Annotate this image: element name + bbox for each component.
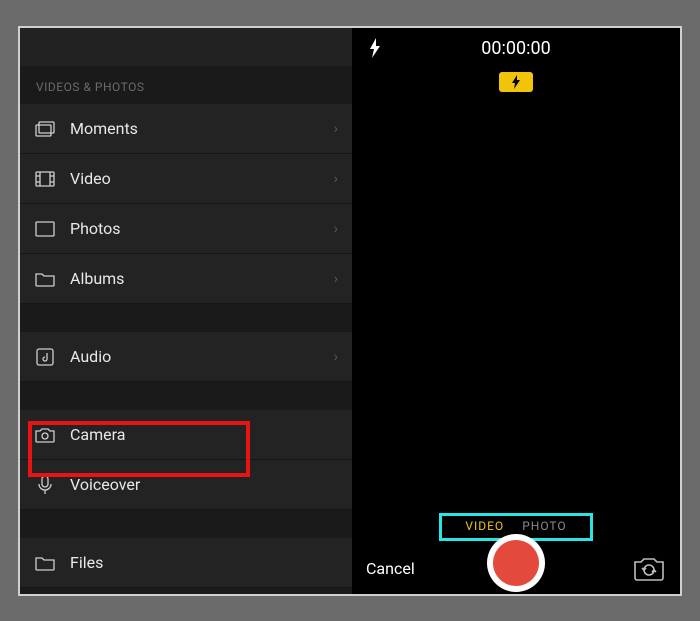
sidebar-item-video[interactable]: Video › [20,154,352,204]
sidebar-item-label: Files [70,553,338,572]
chevron-right-icon: › [334,171,338,187]
camera-top-bar: 00:00:00 [352,38,680,58]
camera-bottom-bar: VIDEO PHOTO Cancel [352,498,680,594]
section-gap [20,304,352,332]
sidebar-item-voiceover[interactable]: Voiceover [20,460,352,510]
recording-timer: 00:00:00 [481,38,550,59]
sidebar-item-photos[interactable]: Photos › [20,204,352,254]
folder-icon [34,268,56,290]
sidebar-item-label: Moments [70,119,334,138]
camera-capture-panel: 00:00:00 VIDEO PHOTO Cancel [352,28,680,594]
camera-icon [34,424,56,446]
sidebar-item-audio[interactable]: Audio › [20,332,352,382]
chevron-right-icon: › [334,121,338,137]
sidebar-item-label: Video [70,169,334,188]
section-gap [20,510,352,538]
sidebar-item-label: Camera [70,425,338,444]
film-icon [34,168,56,190]
rectangle-icon [34,218,56,240]
microphone-icon [34,474,56,496]
record-button[interactable] [487,534,545,592]
sidebar-item-camera[interactable]: Camera [20,410,352,460]
chevron-right-icon: › [334,271,338,287]
media-source-panel: VIDEOS & PHOTOS Moments › Video › [20,28,352,594]
record-button-inner [493,540,539,586]
chevron-right-icon: › [334,349,338,365]
sidebar-item-moments[interactable]: Moments › [20,104,352,154]
section-gap [20,382,352,410]
mode-photo[interactable]: PHOTO [522,519,566,533]
sidebar-item-label: Audio [70,347,334,366]
folder-icon [34,552,56,574]
sidebar-item-albums[interactable]: Albums › [20,254,352,304]
chevron-right-icon: › [334,221,338,237]
screenshot-stage: VIDEOS & PHOTOS Moments › Video › [18,26,682,596]
mode-video[interactable]: VIDEO [465,519,504,533]
sidebar-item-label: Photos [70,219,334,238]
switch-camera-button[interactable] [632,554,666,582]
flash-icon[interactable] [368,38,382,58]
stack-icon [34,118,56,140]
battery-warning-badge [499,72,533,92]
section-header-videos-photos: VIDEOS & PHOTOS [20,66,352,104]
music-note-icon [34,346,56,368]
cancel-button[interactable]: Cancel [366,559,415,578]
sidebar-item-files[interactable]: Files [20,538,352,588]
sidebar-item-label: Albums [70,269,334,288]
left-top-bar [20,28,352,66]
sidebar-item-label: Voiceover [70,475,338,494]
